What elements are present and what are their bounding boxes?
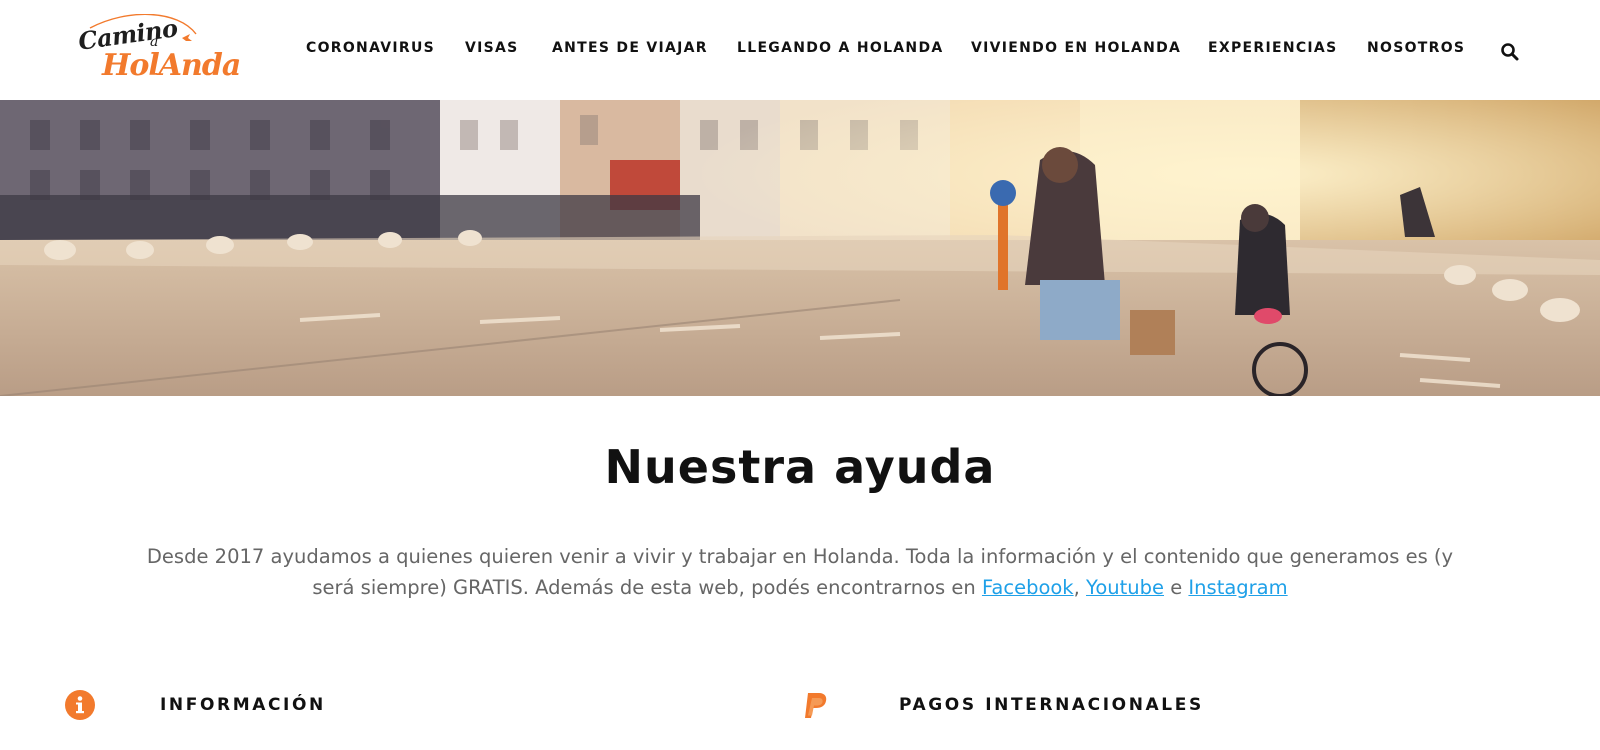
search-button[interactable] [1500,42,1520,62]
hero-image [0,100,1600,396]
page-title: Nuestra ayuda [604,440,996,494]
nav-item-coronavirus[interactable]: CORONAVIRUS [306,40,435,56]
nav-item-nosotros[interactable]: NOSOTROS [1367,40,1465,56]
search-icon [1501,43,1519,61]
feature-title-pagos-internacionales: PAGOS INTERNACIONALES [899,695,1204,715]
nav-item-viviendo-en-holanda[interactable]: VIVIENDO EN HOLANDA [971,40,1181,56]
nav-item-llegando-a-holanda[interactable]: LLEGANDO A HOLANDA [737,40,944,56]
nav-item-visas[interactable]: VISAS [465,40,519,56]
nav-item-experiencias[interactable]: EXPERIENCIAS [1208,40,1337,56]
info-circle-icon [64,689,96,721]
intro-paragraph: Desde 2017 ayudamos a quienes quieren ve… [130,541,1470,603]
intro-separator-and: e [1164,576,1189,599]
site-logo[interactable]: Camino a HolAnda [76,13,241,86]
logo-text-holanda: HolAnda [102,48,241,83]
hero-street-scene [0,100,1600,396]
nav-item-antes-de-viajar[interactable]: ANTES DE VIAJAR [552,40,708,56]
intro-separator-comma: , [1073,576,1087,599]
site-header: Camino a HolAnda CORONAVIRUS VISAS ANTES… [0,0,1600,100]
feature-title-informacion: INFORMACIÓN [160,695,326,715]
facebook-link[interactable]: Facebook [982,576,1074,599]
instagram-link[interactable]: Instagram [1188,576,1287,599]
paypal-icon [800,689,832,721]
youtube-link[interactable]: Youtube [1086,576,1164,599]
